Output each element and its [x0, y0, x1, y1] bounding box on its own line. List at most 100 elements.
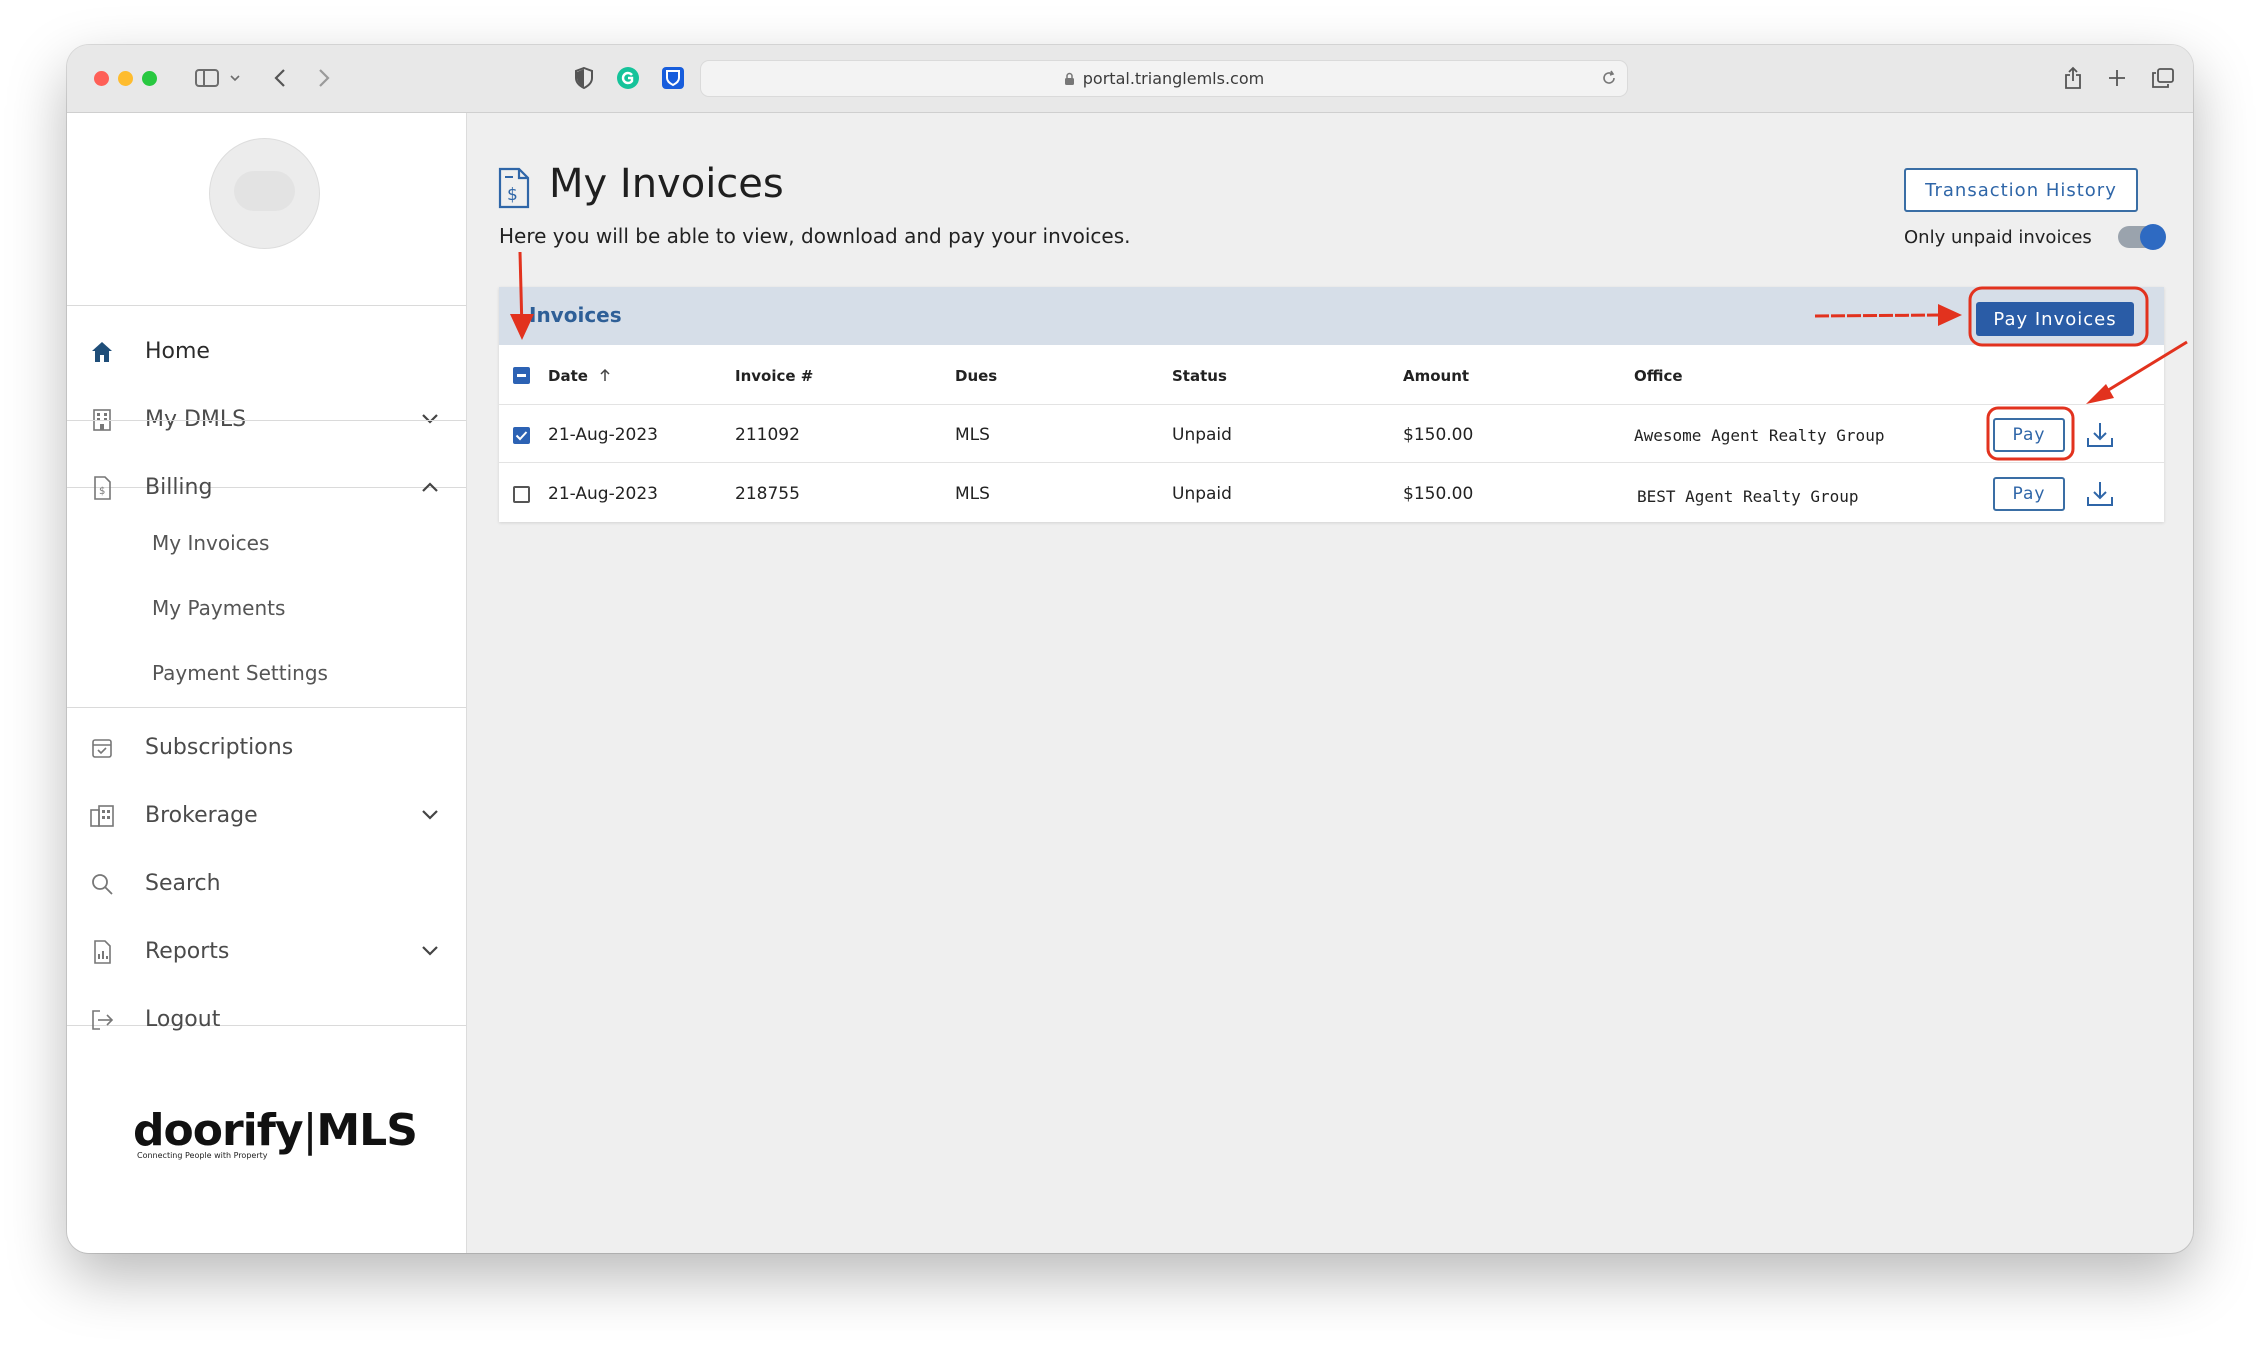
back-icon[interactable] [265, 63, 295, 93]
divider [499, 404, 2164, 405]
invoices-card-header: Invoices Pay Invoices [499, 287, 2164, 345]
doorify-mls-logo: doorify|MLS Connecting People with Prope… [133, 1105, 418, 1160]
sidebar-item-label: Logout [145, 1006, 221, 1032]
divider [67, 707, 466, 708]
transaction-history-button[interactable]: Transaction History [1904, 168, 2138, 212]
logout-icon [92, 1010, 114, 1030]
brand-name-left: doorify [133, 1105, 304, 1156]
select-all-checkbox[interactable] [513, 367, 530, 384]
lock-icon [1064, 72, 1074, 85]
sidebar-item-home[interactable]: Home [67, 321, 466, 381]
zoom-window-button[interactable] [142, 71, 157, 86]
download-icon[interactable] [2084, 479, 2116, 509]
row-checkbox[interactable] [513, 486, 530, 503]
sidebar-item-label: Reports [145, 938, 230, 964]
sidebar: Home My DMLS $ Billing My Invoices My Pa… [67, 113, 467, 1253]
invoice-icon: $ [498, 167, 530, 209]
sidebar-subitem-my-invoices[interactable]: My Invoices [152, 531, 269, 555]
sidebar-item-logout[interactable]: Logout [67, 989, 466, 1049]
only-unpaid-toggle[interactable] [2118, 224, 2166, 250]
page-subtitle: Here you will be able to view, download … [499, 224, 1131, 248]
column-header-office[interactable]: Office [1634, 367, 1683, 385]
avatar[interactable] [209, 138, 320, 249]
browser-toolbar: portal.trianglemls.com [67, 45, 2193, 113]
chevron-down-icon[interactable] [420, 941, 440, 961]
share-icon[interactable] [2058, 63, 2088, 93]
sidebar-item-label: Search [145, 870, 221, 896]
sidebar-item-reports[interactable]: Reports [67, 921, 466, 981]
tab-overview-icon[interactable] [2148, 63, 2178, 93]
search-icon [92, 874, 113, 895]
cell-amount: $150.00 [1403, 484, 1474, 504]
sidebar-toggle-icon[interactable] [187, 63, 227, 93]
sidebar-subitem-payment-settings[interactable]: Payment Settings [152, 661, 328, 685]
home-icon [92, 342, 112, 362]
brand-name-right: MLS [316, 1105, 418, 1156]
main-content: $ My Invoices Here you will be able to v… [467, 113, 2193, 1253]
invoices-card: Invoices Pay Invoices Date Invoice # Due… [499, 287, 2164, 522]
only-unpaid-label: Only unpaid invoices [1904, 227, 2092, 248]
sidebar-item-search[interactable]: Search [67, 853, 466, 913]
chevron-down-icon[interactable] [420, 805, 440, 825]
forward-icon[interactable] [309, 63, 339, 93]
minimize-window-button[interactable] [118, 71, 133, 86]
column-header-invoice[interactable]: Invoice # [735, 367, 813, 385]
toggle-knob [2140, 224, 2166, 250]
cell-date: 21-Aug-2023 [548, 484, 658, 504]
column-header-status[interactable]: Status [1172, 367, 1227, 385]
sidebar-item-label: Home [145, 338, 210, 364]
reload-icon[interactable] [1601, 70, 1617, 86]
svg-text:$: $ [99, 486, 105, 497]
grammarly-extension-icon[interactable] [613, 63, 643, 93]
cell-date: 21-Aug-2023 [548, 425, 658, 445]
url-text: portal.trianglemls.com [1082, 69, 1265, 88]
pay-invoices-button[interactable]: Pay Invoices [1976, 302, 2134, 336]
column-header-amount[interactable]: Amount [1403, 367, 1469, 385]
divider [67, 305, 466, 306]
address-bar[interactable]: portal.trianglemls.com [700, 60, 1628, 97]
sidebar-item-brokerage[interactable]: Brokerage [67, 785, 466, 845]
cell-invoice-number: 211092 [735, 425, 800, 445]
column-header-dues[interactable]: Dues [955, 367, 997, 385]
cell-office: BEST Agent Realty Group [1637, 487, 1859, 506]
divider [499, 462, 2164, 463]
sidebar-item-my-dmls[interactable]: My DMLS [67, 389, 466, 449]
sidebar-item-label: Brokerage [145, 802, 258, 828]
sidebar-item-label: Billing [145, 474, 213, 500]
row-checkbox[interactable] [513, 427, 530, 444]
chevron-down-icon[interactable] [420, 409, 440, 429]
new-tab-icon[interactable] [2102, 63, 2132, 93]
sidebar-item-subscriptions[interactable]: Subscriptions [67, 717, 466, 777]
chevron-down-icon[interactable] [225, 63, 245, 93]
cell-status: Unpaid [1172, 425, 1232, 445]
invoice-icon: $ [94, 476, 111, 500]
avatar-placeholder [234, 171, 295, 211]
brand-tagline: Connecting People with Property [137, 1151, 268, 1160]
sidebar-item-label: My DMLS [145, 406, 247, 432]
card-title: Invoices [529, 303, 622, 327]
pay-button[interactable]: Pay [1993, 477, 2065, 511]
download-icon[interactable] [2084, 420, 2116, 450]
column-label: Date [548, 367, 588, 385]
sort-ascending-icon [600, 368, 610, 381]
column-header-date[interactable]: Date [548, 367, 611, 385]
close-window-button[interactable] [94, 71, 109, 86]
cell-dues: MLS [955, 425, 990, 445]
svg-text:$: $ [507, 185, 518, 205]
sidebar-item-billing[interactable]: $ Billing [67, 457, 466, 517]
calendar-icon [92, 739, 112, 758]
browser-window: portal.trianglemls.com Home My DMLS $ Bi [67, 45, 2193, 1253]
cell-amount: $150.00 [1403, 425, 1474, 445]
sidebar-item-label: Subscriptions [145, 734, 294, 760]
pay-button[interactable]: Pay [1993, 418, 2065, 452]
cell-status: Unpaid [1172, 484, 1232, 504]
privacy-shield-icon[interactable] [569, 63, 599, 93]
page-title: My Invoices [549, 161, 784, 207]
chevron-up-icon[interactable] [420, 477, 440, 497]
report-icon [94, 940, 111, 964]
cell-office: Awesome Agent Realty Group [1634, 426, 1885, 445]
bitwarden-extension-icon[interactable] [658, 63, 688, 93]
cell-invoice-number: 218755 [735, 484, 800, 504]
brokerage-icon [90, 805, 114, 827]
sidebar-subitem-my-payments[interactable]: My Payments [152, 596, 285, 620]
